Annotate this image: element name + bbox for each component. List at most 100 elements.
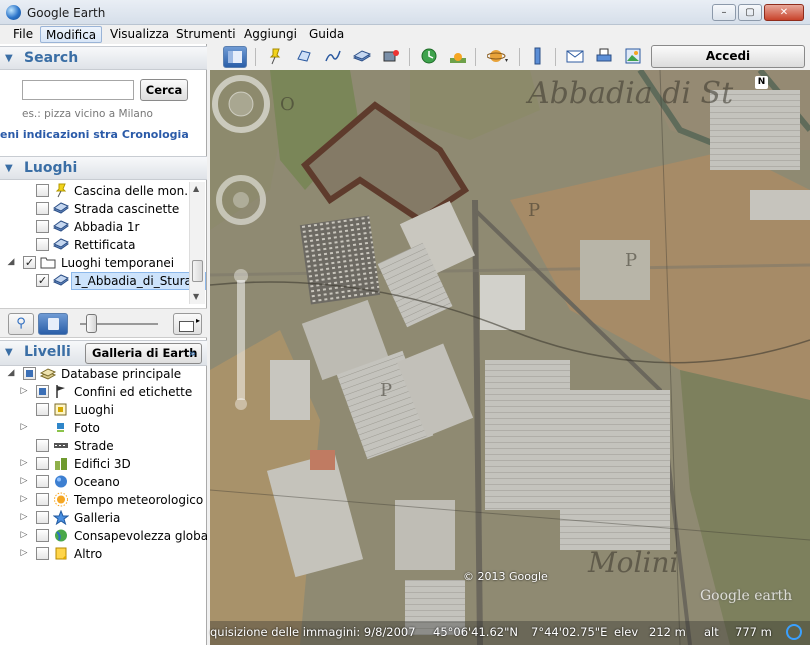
minimize-button[interactable]: – [712, 4, 736, 21]
menu-file[interactable]: File [8, 26, 38, 43]
planet-switch-icon[interactable] [483, 46, 513, 68]
window-controls: – ▢ ✕ [712, 4, 804, 21]
status-bar: quisizione delle immagini: 9/8/2007 45°0… [210, 621, 810, 645]
expand-arrow-icon[interactable]: ▷ [19, 386, 29, 396]
checkbox[interactable] [36, 238, 49, 251]
layer-item[interactable]: ▷ Tempo meteorologico [0, 491, 203, 509]
expand-arrow-icon[interactable]: ◢ [6, 257, 16, 267]
maximize-button[interactable]: ▢ [738, 4, 762, 21]
menu-guida[interactable]: Guida [304, 26, 349, 43]
places-section-header[interactable]: ▼ Luoghi [0, 156, 207, 180]
imagery-date: quisizione delle immagini: 9/8/2007 [210, 625, 416, 639]
ruler-icon[interactable] [525, 46, 549, 68]
checkbox[interactable] [36, 184, 49, 197]
navigation-controls[interactable] [210, 70, 272, 410]
search-hint: es.: pizza vicino a Milano [22, 108, 153, 120]
layer-item[interactable]: Luoghi [0, 401, 190, 419]
layers-root[interactable]: ◢ Database principale [0, 365, 190, 383]
add-path-icon[interactable] [321, 46, 345, 68]
layer-item[interactable]: ▷ Galleria [0, 509, 190, 527]
north-indicator[interactable]: N [755, 76, 768, 89]
history-link[interactable]: Cronologia [122, 128, 189, 141]
layer-item[interactable]: Strade [0, 437, 190, 455]
places-tree: Cascina delle mon... Strada cascinette A… [0, 182, 207, 304]
layer-item[interactable]: ▷ Consapevolezza globale [0, 527, 207, 545]
places-item-label: Cascina delle mon... [74, 184, 196, 198]
checkbox[interactable] [36, 385, 49, 398]
expand-arrow-icon[interactable]: ▷ [19, 458, 29, 468]
layer-item[interactable]: ▷ Altro [0, 545, 190, 563]
layer-item[interactable]: ▷ Confini ed etichette [0, 383, 192, 401]
expand-arrow-icon[interactable]: ▷ [19, 476, 29, 486]
menu-aggiungi[interactable]: Aggiungi [239, 26, 302, 43]
places-item[interactable]: Rettificata [0, 236, 190, 254]
search-button[interactable]: Cerca [140, 79, 188, 101]
menu-strumenti[interactable]: Strumenti [171, 26, 241, 43]
places-item[interactable]: Cascina delle mon... [0, 182, 196, 200]
folder-menu-button[interactable] [173, 313, 202, 335]
expand-arrow-icon[interactable]: ▷ [19, 530, 29, 540]
checkbox[interactable] [36, 457, 49, 470]
close-button[interactable]: ✕ [764, 4, 804, 21]
print-icon[interactable] [592, 46, 616, 68]
scroll-down-icon[interactable]: ▼ [193, 292, 199, 301]
checkbox[interactable] [36, 529, 49, 542]
latitude: 45°06'41.62"N [433, 625, 518, 639]
expand-arrow-icon[interactable]: ◢ [6, 368, 16, 378]
directions-link[interactable]: eni indicazioni stra [0, 128, 118, 141]
sunlight-icon[interactable] [446, 46, 470, 68]
places-item[interactable]: Abbadia 1r [0, 218, 190, 236]
scroll-up-icon[interactable]: ▲ [193, 184, 199, 193]
sign-in-button[interactable]: Accedi [651, 45, 805, 68]
layer-item[interactable]: ▷ Oceano [0, 473, 190, 491]
layer-item-label: Oceano [74, 475, 120, 489]
expand-arrow-icon[interactable]: ▷ [19, 494, 29, 504]
panel-view-button[interactable] [38, 313, 68, 335]
checkbox[interactable] [36, 220, 49, 233]
no-checkbox [36, 421, 49, 434]
layer-item[interactable]: ▷ Foto [0, 419, 190, 437]
places-item[interactable]: ✓ 1_Abbadia_di_Stura... [0, 272, 207, 290]
map-view[interactable]: Abbadia di St O P P P Molini N © 2013 Go… [210, 70, 810, 645]
earth-gallery-button[interactable]: Galleria di Earth » [85, 343, 202, 364]
expand-arrow-icon[interactable]: ▷ [19, 548, 29, 558]
add-placemark-icon[interactable] [263, 46, 287, 68]
menu-modifica[interactable]: Modifica [40, 26, 103, 43]
checkbox[interactable] [36, 547, 49, 560]
email-icon[interactable] [563, 46, 587, 68]
checkbox[interactable] [23, 367, 36, 380]
layer-item-label: Foto [74, 421, 100, 435]
sidebar-toggle-icon[interactable] [223, 46, 247, 68]
places-folder[interactable]: ◢ ✓ Luoghi temporanei [0, 254, 190, 272]
opacity-slider-thumb[interactable] [86, 314, 97, 333]
scrollbar-thumb[interactable] [192, 260, 203, 282]
checkbox[interactable] [36, 475, 49, 488]
menu-visualizza[interactable]: Visualizza [105, 26, 174, 43]
layer-item[interactable]: ▷ Edifici 3D [0, 455, 190, 473]
checkbox[interactable] [36, 439, 49, 452]
checkbox[interactable] [36, 403, 49, 416]
checkbox[interactable] [36, 493, 49, 506]
add-image-overlay-icon[interactable] [350, 46, 374, 68]
add-polygon-icon[interactable] [292, 46, 316, 68]
layer-item-label: Edifici 3D [74, 457, 131, 471]
streaming-globe-icon [786, 624, 802, 640]
road-icon [54, 443, 68, 448]
checkbox[interactable]: ✓ [36, 274, 49, 287]
record-tour-icon[interactable] [379, 46, 403, 68]
places-scrollbar[interactable]: ▲ ▼ [189, 182, 205, 304]
folder-icon [40, 257, 56, 269]
checkbox[interactable] [36, 202, 49, 215]
expand-arrow-icon[interactable]: ▷ [19, 422, 29, 432]
expand-arrow-icon[interactable]: ▷ [19, 512, 29, 522]
toolbar-separator [555, 48, 556, 66]
search-input[interactable] [22, 80, 134, 100]
checkbox[interactable] [36, 511, 49, 524]
overlay-label: P [528, 200, 541, 221]
save-image-icon[interactable] [621, 46, 645, 68]
search-section-header[interactable]: ▼ Search [0, 46, 207, 70]
places-item[interactable]: Strada cascinette [0, 200, 190, 218]
magnifier-icon[interactable]: ⚲ [8, 313, 34, 335]
checkbox[interactable]: ✓ [23, 256, 36, 269]
historical-imagery-icon[interactable] [417, 46, 441, 68]
